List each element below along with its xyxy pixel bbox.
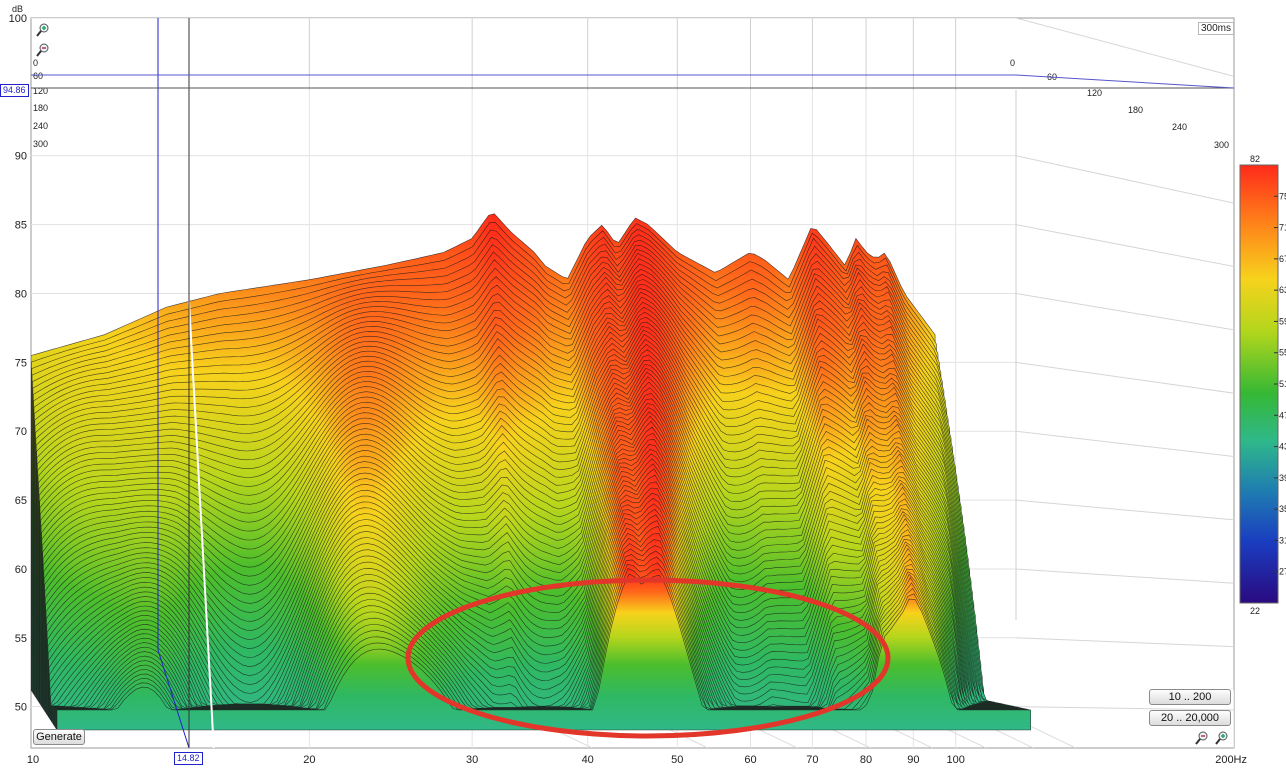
cursor-hz-readout: 14.82 — [174, 752, 203, 765]
x-tick-label: 100 — [946, 754, 964, 766]
colorbar-tick: 39 — [1279, 473, 1286, 483]
colorbar-tick: 43 — [1279, 442, 1286, 452]
x-tick-label: 40 — [582, 754, 594, 766]
y-tick-label: 100 — [9, 13, 27, 25]
zoom-out-icon[interactable] — [35, 42, 51, 58]
y-tick-label: 75 — [15, 357, 27, 369]
time-tick-left: 240 — [33, 121, 48, 131]
colorbar-tick: 75 — [1279, 191, 1286, 201]
colorbar-tick: 71 — [1279, 223, 1286, 233]
generate-button[interactable]: Generate — [33, 729, 85, 745]
y-tick-label: 65 — [15, 495, 27, 507]
zoom-in-icon[interactable] — [1214, 730, 1230, 746]
colorbar-tick: 47 — [1279, 410, 1286, 420]
x-tick-label: 80 — [860, 754, 872, 766]
y-tick-label: 70 — [15, 426, 27, 438]
y-tick-label: 55 — [15, 633, 27, 645]
time-tick-right: 300 — [1214, 140, 1229, 150]
y-tick-label: 90 — [15, 151, 27, 163]
colorbar-tick: 67 — [1279, 254, 1286, 264]
time-tick-right: 0 — [1010, 58, 1015, 68]
colorbar-max: 82 — [1250, 154, 1260, 164]
range-20-20000-button[interactable]: 20 .. 20,000 — [1149, 710, 1231, 726]
zoom-in-icon[interactable] — [35, 22, 51, 38]
colorbar — [1239, 164, 1279, 604]
x-tick-label: 30 — [466, 754, 478, 766]
colorbar-tick: 27 — [1279, 567, 1286, 577]
y-axis: 100 90 85 80 75 70 65 60 55 50 — [9, 13, 27, 714]
time-tick-right: 240 — [1172, 122, 1187, 132]
colorbar-tick: 31 — [1279, 535, 1286, 545]
colorbar-tick: 59 — [1279, 316, 1286, 326]
time-tick-left: 180 — [33, 103, 48, 113]
time-tick-right: 180 — [1128, 105, 1143, 115]
time-tick-right: 120 — [1087, 88, 1102, 98]
colorbar-tick: 51 — [1279, 379, 1286, 389]
x-tick-label: 200Hz — [1215, 754, 1247, 766]
x-tick-label: 90 — [907, 754, 919, 766]
colorbar-tick: 35 — [1279, 504, 1286, 514]
y-tick-label: 50 — [15, 702, 27, 714]
x-tick-label: 70 — [806, 754, 818, 766]
time-tick-left: 0 — [33, 58, 38, 68]
range-10-200-button[interactable]: 10 .. 200 — [1149, 689, 1231, 705]
time-tick-left: 60 — [33, 71, 43, 81]
time-tick-left: 300 — [33, 139, 48, 149]
time-range-label: 300ms — [1198, 22, 1235, 35]
colorbar-tick: 63 — [1279, 285, 1286, 295]
zoom-out-icon[interactable] — [1194, 730, 1210, 746]
y-tick-label: 85 — [15, 220, 27, 232]
x-tick-label: 60 — [744, 754, 756, 766]
x-tick-label: 10 — [27, 754, 39, 766]
cursor-db-readout: 94.86 — [0, 84, 29, 97]
colorbar-min: 22 — [1250, 606, 1260, 616]
y-tick-label: 60 — [15, 564, 27, 576]
x-axis: 10 20 30 40 50 60 70 80 90 100 200Hz — [27, 754, 1247, 766]
colorbar-tick: 55 — [1279, 348, 1286, 358]
waterfall-chart[interactable]: 006060120120180180240240300300 100908580… — [0, 0, 1286, 768]
y-tick-label: 80 — [15, 288, 27, 300]
y-unit-label: dB — [12, 4, 23, 14]
x-tick-label: 20 — [303, 754, 315, 766]
x-tick-label: 50 — [671, 754, 683, 766]
